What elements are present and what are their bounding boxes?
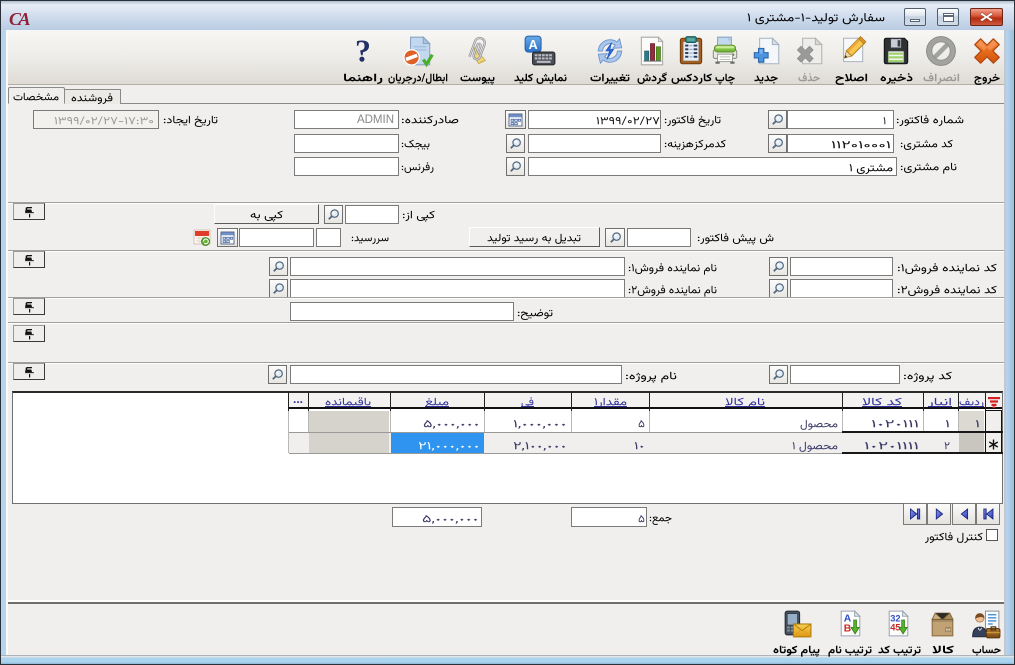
svg-text:?: ?	[355, 34, 371, 68]
svg-text:A: A	[528, 37, 537, 52]
svg-text:B: B	[844, 624, 851, 635]
